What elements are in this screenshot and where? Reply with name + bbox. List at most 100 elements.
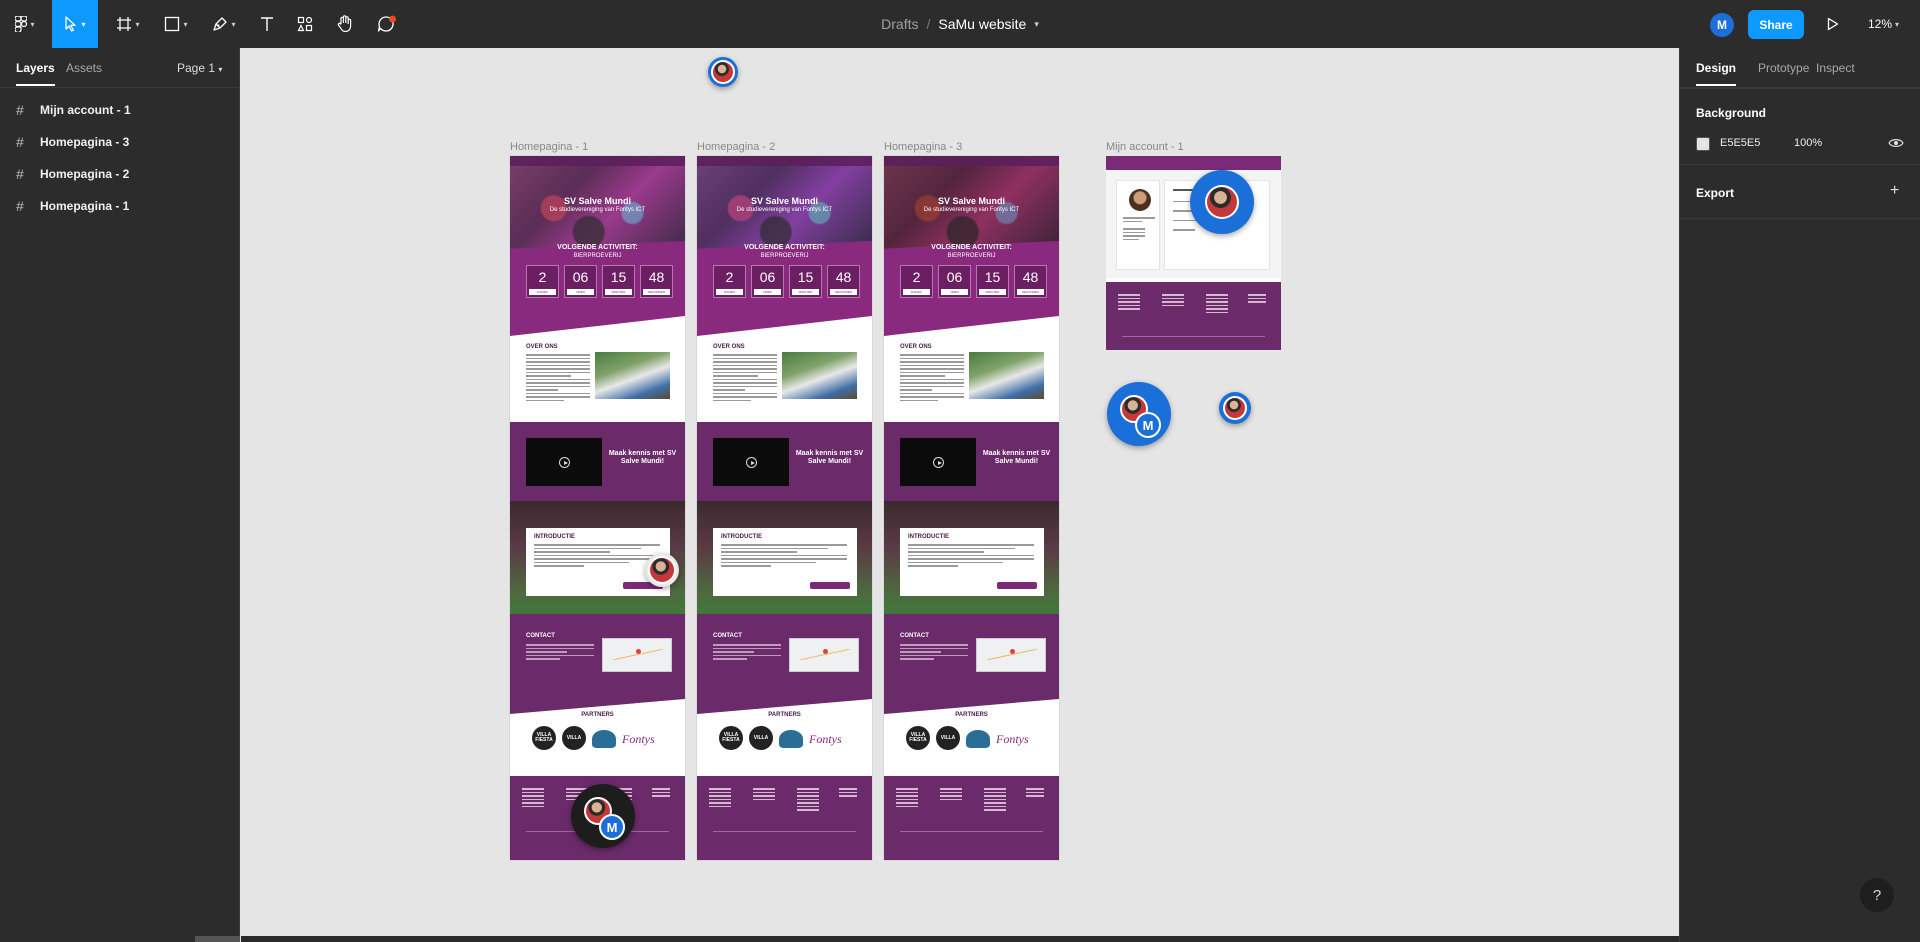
countdown-value: 06 — [572, 269, 589, 285]
layer-mijn-account-1[interactable]: # Mijn account - 1 — [0, 94, 239, 126]
eye-icon[interactable] — [1888, 136, 1904, 154]
text-t-icon — [261, 17, 273, 31]
partner-logo-villa: VILLA — [936, 726, 960, 750]
profile-avatar — [1129, 189, 1151, 211]
tab-prototype[interactable]: Prototype — [1758, 61, 1809, 75]
pen-icon — [213, 17, 228, 31]
frame-label-homepagina-1[interactable]: Homepagina - 1 — [510, 141, 588, 153]
frame-label-homepagina-3[interactable]: Homepagina - 3 — [884, 141, 962, 153]
layer-label: Homepagina - 3 — [40, 135, 130, 149]
site-navbar — [697, 156, 872, 166]
countdown-unit: SECONDEN — [643, 289, 670, 295]
panel-divider — [1680, 164, 1920, 165]
page-selector[interactable]: Page 1 ▾ — [177, 61, 222, 75]
video-heading: Maak kennis met SV Salve Mundi! — [795, 450, 864, 465]
countdown-hours: 06 UREN — [751, 265, 784, 298]
collaborator-avatar — [648, 556, 676, 584]
present-button[interactable] — [1820, 0, 1846, 48]
layer-label: Mijn account - 1 — [40, 103, 131, 117]
collaborator-cursor: M — [1107, 382, 1171, 446]
scrollbar-thumb[interactable] — [195, 936, 240, 942]
next-activity-heading: VOLGENDE ACTIVITEIT: — [931, 244, 1012, 251]
tab-assets[interactable]: Assets — [66, 61, 102, 75]
intro-card: INTRODUCTIE — [713, 528, 857, 596]
countdown-seconds: 48 SECONDEN — [1014, 265, 1047, 298]
chevron-down-icon: ▾ — [183, 19, 188, 29]
frame-homepagina-1[interactable]: SV Salve Mundi De studievereniging van F… — [510, 156, 685, 860]
about-text — [900, 354, 964, 403]
next-activity-name: BIERPROEVERIJ — [947, 253, 996, 259]
frame-label-mijn-account-1[interactable]: Mijn account - 1 — [1106, 141, 1184, 153]
canvas[interactable]: Homepagina - 1 Homepagina - 2 Homepagina… — [241, 48, 1679, 942]
next-activity-heading: VOLGENDE ACTIVITEIT: — [557, 244, 638, 251]
hand-icon — [337, 15, 352, 33]
site-navbar — [884, 156, 1059, 166]
file-name[interactable]: SaMu website — [938, 16, 1026, 32]
hand-tool-button[interactable] — [328, 0, 362, 48]
countdown-value: 2 — [725, 269, 734, 285]
countdown-hours: 06 UREN — [564, 265, 597, 298]
countdown-unit: DAGEN — [903, 289, 930, 295]
footer-column — [1026, 788, 1044, 799]
pen-tool-button[interactable]: ▾ — [206, 0, 242, 48]
add-export-icon[interactable]: + — [1890, 182, 1899, 200]
tab-inspect[interactable]: Inspect — [1816, 61, 1855, 75]
move-tool-button[interactable]: ▾ — [52, 0, 98, 48]
comment-tool-button[interactable] — [370, 0, 404, 48]
collaborator-cursor — [645, 553, 679, 587]
collaborator-cursor — [1190, 170, 1254, 234]
countdown-seconds: 48 SECONDEN — [640, 265, 673, 298]
frame-homepagina-2[interactable]: SV Salve Mundi De studievereniging van F… — [697, 156, 872, 860]
tab-design[interactable]: Design — [1696, 61, 1737, 86]
drafts-breadcrumb[interactable]: Drafts — [881, 16, 918, 32]
countdown-hours: 06 UREN — [938, 265, 971, 298]
help-button[interactable]: ? — [1860, 878, 1894, 912]
share-button[interactable]: Share — [1748, 10, 1804, 39]
layer-homepagina-2[interactable]: # Homepagina - 2 — [0, 158, 239, 190]
footer-column — [753, 788, 775, 802]
play-icon — [746, 457, 757, 468]
chevron-down-icon: ▾ — [135, 19, 140, 29]
frame-label-homepagina-2[interactable]: Homepagina - 2 — [697, 141, 775, 153]
contact-map — [602, 638, 672, 672]
countdown-minutes: 15 MINUTEN — [602, 265, 635, 298]
partner-logo-villa: VILLA — [562, 726, 586, 750]
footer-column — [709, 788, 731, 809]
profile-menu — [1123, 217, 1155, 242]
footer-column — [1118, 294, 1140, 312]
collaborator-cursor — [1219, 392, 1251, 424]
shape-tool-button[interactable]: ▾ — [158, 0, 194, 48]
frame-hash-icon: # — [16, 198, 24, 214]
text-tool-button[interactable] — [252, 0, 282, 48]
comment-bubble-icon — [377, 15, 396, 32]
main-menu-button[interactable]: ▾ — [8, 0, 42, 48]
frame-homepagina-3[interactable]: SV Salve Mundi De studievereniging van F… — [884, 156, 1059, 860]
about-heading: OVER ONS — [526, 344, 558, 350]
footer-column — [896, 788, 918, 809]
page-selector-label: Page 1 — [177, 61, 216, 75]
collaborator-avatar — [711, 60, 735, 84]
chevron-down-icon: ▾ — [231, 19, 236, 29]
hero-subtitle: De studievereniging van Fontys ICT — [923, 207, 1020, 213]
countdown-unit: SECONDEN — [1017, 289, 1044, 295]
background-opacity-input[interactable]: 100% — [1794, 137, 1822, 149]
countdown-value: 2 — [538, 269, 547, 285]
tab-layers[interactable]: Layers — [16, 61, 55, 86]
layer-homepagina-1[interactable]: # Homepagina - 1 — [0, 190, 239, 222]
background-color-swatch[interactable] — [1696, 137, 1710, 151]
resources-button[interactable] — [290, 0, 320, 48]
next-activity-name: BIERPROEVERIJ — [573, 253, 622, 259]
partners-heading: PARTNERS — [581, 712, 614, 718]
site-footer — [697, 776, 872, 860]
zoom-menu[interactable]: 12% ▾ — [1868, 0, 1899, 48]
background-hex-input[interactable]: E5E5E5 — [1720, 137, 1760, 149]
layer-homepagina-3[interactable]: # Homepagina - 3 — [0, 126, 239, 158]
frame-tool-button[interactable]: ▾ — [110, 0, 146, 48]
user-avatar[interactable]: M — [1710, 13, 1734, 37]
partner-logo-villa-fiesta: VILLA FIESTA — [719, 726, 743, 750]
chevron-down-icon[interactable]: ▾ — [1034, 19, 1039, 30]
horizontal-scrollbar[interactable] — [241, 936, 1679, 942]
contact-text — [526, 644, 594, 662]
countdown-value: 15 — [610, 269, 627, 285]
collaborator-cursor — [708, 57, 738, 87]
